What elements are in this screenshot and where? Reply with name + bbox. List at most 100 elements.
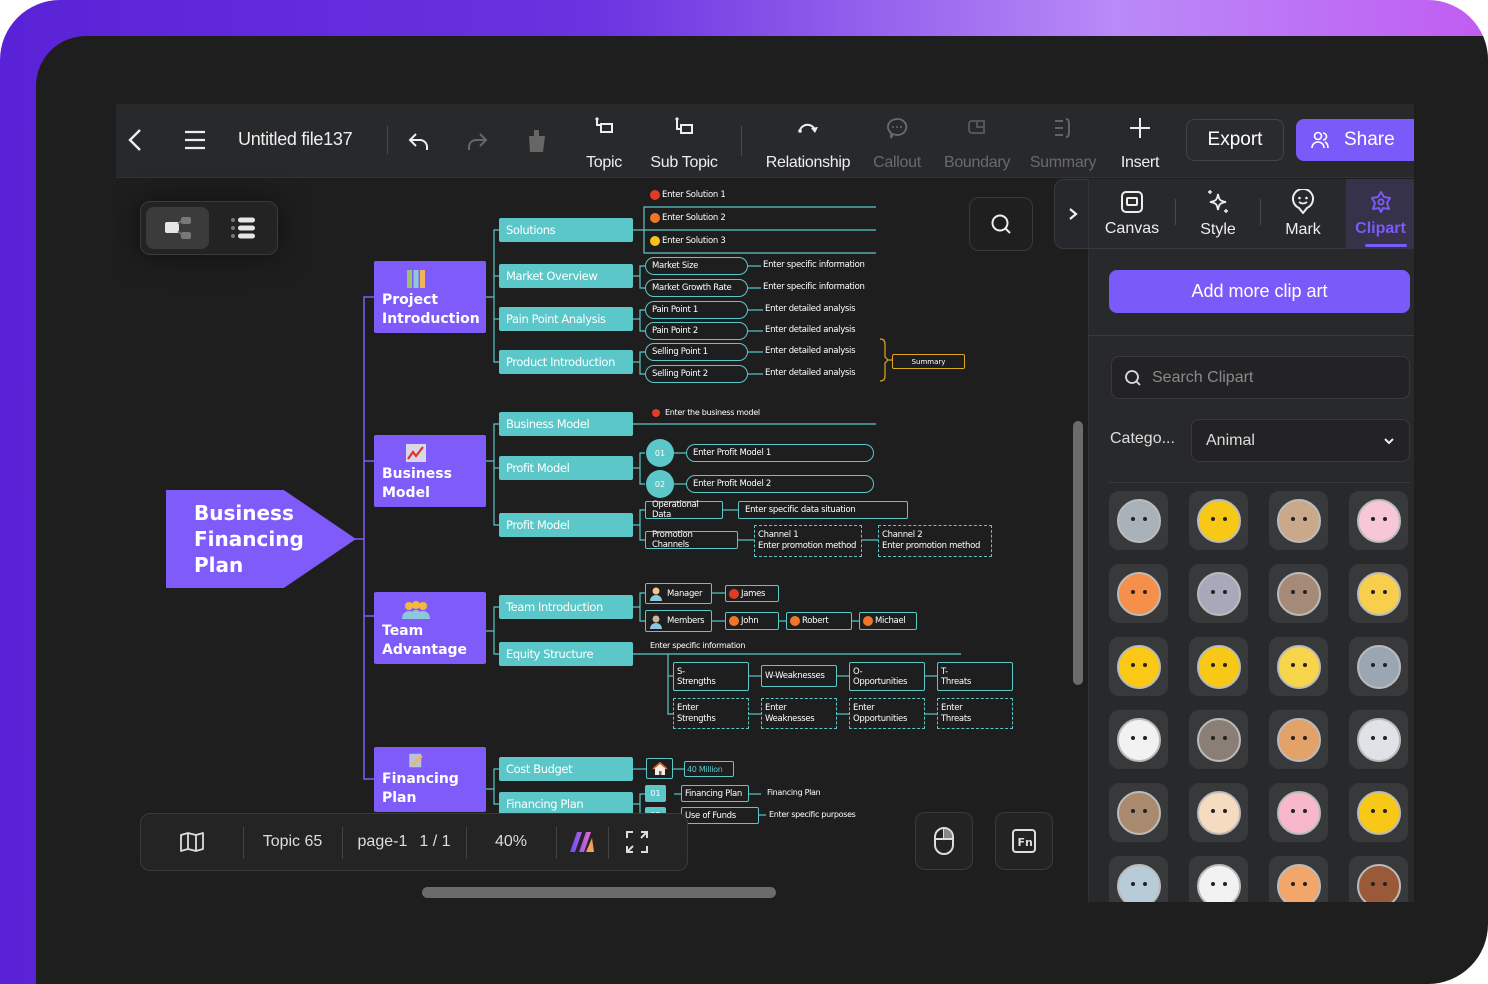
clipart-item-donkey[interactable] xyxy=(1269,564,1328,623)
swot-node[interactable]: W-Weaknesses xyxy=(761,665,837,687)
subtopic-business-model[interactable]: Business Model xyxy=(499,412,633,436)
leaf-pain-point[interactable]: Pain Point 2 xyxy=(645,322,748,340)
leaf-detail[interactable]: Enter specific information xyxy=(763,282,865,292)
swot-detail-node[interactable]: Enter Strengths xyxy=(673,698,749,729)
insert-button[interactable]: Insert xyxy=(1116,116,1164,172)
summary-node[interactable]: Summary xyxy=(892,354,965,369)
zoom-level[interactable]: 40% xyxy=(466,814,556,870)
leaf-pain-point[interactable]: Pain Point 1 xyxy=(645,301,748,319)
solution-item[interactable]: Enter Solution 1 xyxy=(650,190,726,200)
leaf-detail[interactable]: Enter specific information xyxy=(763,260,865,270)
leaf-detail[interactable]: Enter detailed analysis xyxy=(765,368,856,378)
person-node[interactable]: Michael xyxy=(859,612,917,630)
canvas-search-button[interactable] xyxy=(969,197,1033,251)
subtopic-cost-budget[interactable]: Cost Budget xyxy=(499,757,633,781)
fullscreen-button[interactable] xyxy=(608,814,666,870)
clipart-item-chicken[interactable] xyxy=(1349,564,1408,623)
clipart-item-deer[interactable] xyxy=(1189,637,1248,696)
tab-canvas[interactable]: Canvas xyxy=(1089,179,1175,249)
leaf-operational-detail[interactable]: Enter specific data situation xyxy=(738,501,908,519)
clipart-item-panda[interactable] xyxy=(1109,710,1168,769)
collapse-panel-button[interactable] xyxy=(1054,179,1090,249)
clipart-item-owl[interactable] xyxy=(1109,783,1168,842)
clipart-item-hippo[interactable] xyxy=(1109,491,1168,550)
relationship-button[interactable]: Relationship xyxy=(762,116,854,172)
person-node[interactable]: James xyxy=(725,585,779,602)
leaf-detail[interactable]: Enter detailed analysis xyxy=(765,304,856,314)
function-button[interactable]: Fn xyxy=(995,812,1053,870)
business-model-text[interactable]: Enter the business model xyxy=(652,408,760,417)
leaf-detail[interactable]: Financing Plan xyxy=(767,788,821,797)
subtopic-profit-model[interactable]: Profit Model xyxy=(499,513,633,537)
swot-detail-node[interactable]: Enter Opportunities xyxy=(849,698,925,729)
horizontal-scrollbar[interactable] xyxy=(422,887,776,898)
manager-node[interactable]: Manager xyxy=(645,583,712,604)
branch-project-introduction[interactable]: Project Introduction xyxy=(374,261,486,333)
clipart-item-dog[interactable] xyxy=(1269,710,1328,769)
format-painter-icon[interactable] xyxy=(524,128,550,154)
leaf-profit-model[interactable]: Enter Profit Model 1 xyxy=(686,444,874,462)
leaf-market-size[interactable]: Market Size xyxy=(645,257,748,275)
leaf-selling-point[interactable]: Selling Point 1 xyxy=(645,343,748,361)
leaf-financing-plan[interactable]: Financing Plan xyxy=(681,785,749,802)
swot-node[interactable]: S- Strengths xyxy=(673,662,749,691)
channel-node[interactable]: Channel 1 Enter promotion method xyxy=(754,525,862,557)
leaf-promotion-channels[interactable]: Promotion Channels xyxy=(645,530,738,550)
summary-button[interactable]: Summary xyxy=(1028,116,1098,172)
clipart-item-rabbit[interactable] xyxy=(1349,491,1408,550)
subtopic-market-overview[interactable]: Market Overview xyxy=(499,264,633,288)
clipart-item-giraffe[interactable] xyxy=(1349,783,1408,842)
ai-assistant-button[interactable] xyxy=(556,814,608,870)
clipart-item-monkey[interactable] xyxy=(1349,856,1408,902)
clipart-item-cat[interactable] xyxy=(1189,856,1248,902)
clipart-item-elephant[interactable] xyxy=(1349,637,1408,696)
vertical-scrollbar[interactable] xyxy=(1073,421,1083,685)
tab-clipart[interactable]: Clipart xyxy=(1346,179,1414,249)
clipart-item-lion[interactable] xyxy=(1269,637,1328,696)
menu-icon[interactable] xyxy=(183,128,207,152)
solution-item[interactable]: Enter Solution 2 xyxy=(650,213,726,223)
leaf-detail[interactable]: Enter detailed analysis xyxy=(765,325,856,335)
category-select[interactable]: Animal xyxy=(1191,419,1410,462)
clipart-item-sheep[interactable] xyxy=(1349,710,1408,769)
budget-value[interactable]: 40 Million xyxy=(684,761,734,777)
outline-view-button[interactable] xyxy=(211,207,274,249)
clipart-item-fox[interactable] xyxy=(1269,856,1328,902)
swot-node[interactable]: O- Opportunities xyxy=(849,662,925,691)
file-title[interactable]: Untitled file137 xyxy=(238,129,353,150)
swot-detail-node[interactable]: Enter Threats xyxy=(937,698,1013,729)
callout-button[interactable]: Callout xyxy=(869,116,925,172)
back-icon[interactable] xyxy=(124,128,148,152)
leaf-selling-point[interactable]: Selling Point 2 xyxy=(645,365,748,383)
person-node[interactable]: Robert xyxy=(786,612,852,630)
person-node[interactable]: John xyxy=(725,612,779,630)
subtopic-team-introduction[interactable]: Team Introduction xyxy=(499,595,633,619)
branch-team-advantage[interactable]: Team Advantage xyxy=(374,592,486,664)
clipart-item-bear[interactable] xyxy=(1189,710,1248,769)
mindmap-canvas[interactable]: Business Financing Plan Project Introducti… xyxy=(116,179,1088,902)
subtopic-pain-point-analysis[interactable]: Pain Point Analysis xyxy=(499,307,633,331)
leaf-detail[interactable]: Enter specific purposes xyxy=(769,810,856,819)
clipart-item-pig[interactable] xyxy=(1269,783,1328,842)
leaf-operational-data[interactable]: Operational Data xyxy=(645,500,723,520)
channel-node[interactable]: Channel 2 Enter promotion method xyxy=(878,525,992,557)
clipart-search-input[interactable]: Search Clipart xyxy=(1111,356,1410,399)
subtopic-solutions[interactable]: Solutions xyxy=(499,218,633,242)
house-node[interactable] xyxy=(646,758,673,779)
clipart-item-koala[interactable] xyxy=(1109,856,1168,902)
swot-detail-node[interactable]: Enter Weaknesses xyxy=(761,698,837,729)
leaf-detail[interactable]: Enter detailed analysis xyxy=(765,346,856,356)
branch-business-model[interactable]: Business Model xyxy=(374,435,486,507)
mindmap-view-button[interactable] xyxy=(146,207,209,249)
clipart-item-tiger[interactable] xyxy=(1109,564,1168,623)
subtopic-button[interactable]: Sub Topic xyxy=(646,116,722,172)
clipart-item-hedgehog[interactable] xyxy=(1189,783,1248,842)
map-button[interactable] xyxy=(141,814,243,870)
clipart-item-bee[interactable] xyxy=(1189,491,1248,550)
equity-text[interactable]: Enter specific information xyxy=(650,641,745,650)
redo-icon[interactable] xyxy=(464,128,490,154)
leaf-profit-model[interactable]: Enter Profit Model 2 xyxy=(686,475,874,493)
export-button[interactable]: Export xyxy=(1186,119,1284,161)
leaf-use-of-funds[interactable]: Use of Funds xyxy=(681,807,759,824)
tab-style[interactable]: Style xyxy=(1176,179,1260,249)
